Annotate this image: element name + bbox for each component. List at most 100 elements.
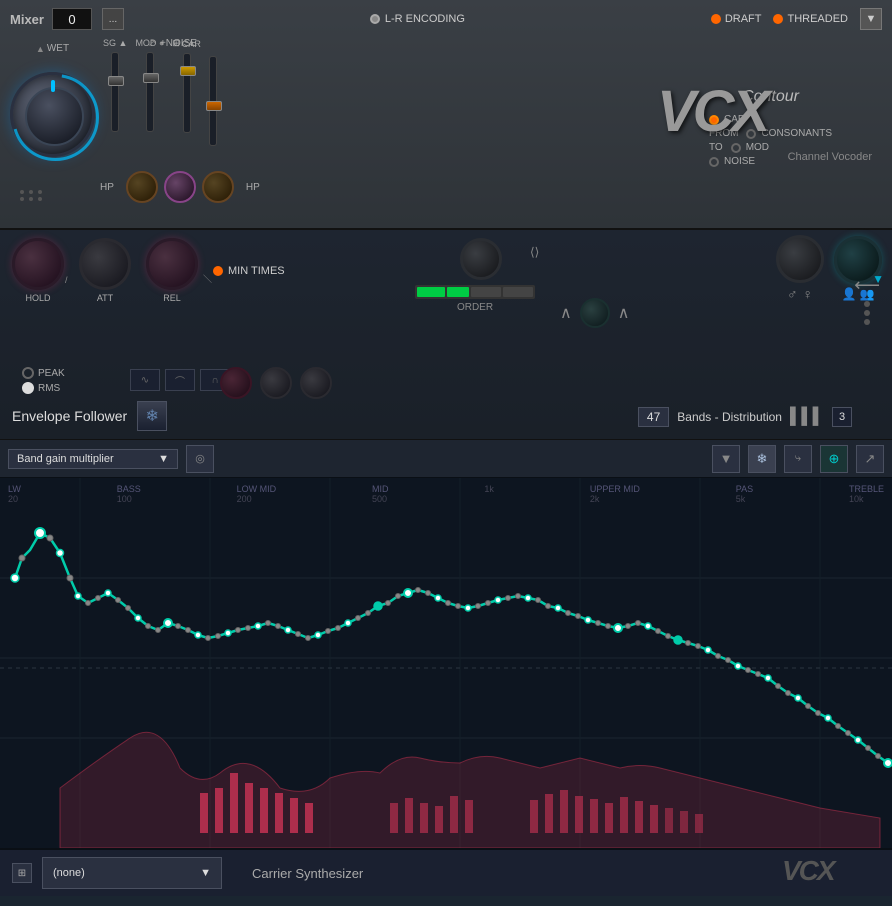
hp-label-left: HP	[100, 182, 114, 193]
lw-hz: 20	[8, 494, 21, 504]
hold-knob-group: HOLD	[12, 238, 64, 303]
lowmid-hz: 200	[237, 494, 277, 504]
env-follower-label: Envelope Follower	[12, 408, 127, 424]
freq-bass: BASS 100	[117, 484, 141, 504]
rel-knob[interactable]	[146, 238, 198, 290]
att-knob[interactable]	[79, 238, 131, 290]
noise-row: ↗ +NOISE	[148, 38, 197, 49]
mixer-controls: ▲ WET SG ▲ MOD ●	[10, 38, 882, 213]
progress-gray	[471, 287, 501, 297]
lw-label: LW	[8, 484, 21, 494]
band-gain-dropdown[interactable]: Band gain multiplier ▼	[8, 449, 178, 469]
carrier-arrow: ▼	[200, 867, 211, 879]
mini-knob1[interactable]	[220, 367, 252, 399]
wave-btn2[interactable]: ⌒	[165, 369, 195, 391]
scroll-down-arrow[interactable]: ▼	[872, 272, 884, 286]
mini-knobs-row	[220, 367, 332, 399]
peak-radio[interactable]	[22, 367, 34, 379]
freq-mid: MID 500	[372, 484, 389, 504]
filter-center-knob[interactable]	[580, 298, 610, 328]
link-btn[interactable]: ⤷	[784, 445, 812, 473]
envelope-section: HOLD / ATT ＼ REL MIN TIMES ↔	[0, 230, 892, 440]
bars-icon[interactable]: ▌▌▌	[790, 408, 824, 426]
sg-fader[interactable]: SG ▲	[103, 38, 127, 132]
wet-knob[interactable]	[10, 72, 95, 157]
dots-button[interactable]: ...	[102, 8, 124, 30]
mini-knob2[interactable]	[260, 367, 292, 399]
band-gain-section: Band gain multiplier ▼ ◎ ▼ ❄ ⤷ ⊕ ↗ LW 20…	[0, 440, 892, 848]
settings-dropdown[interactable]: ▼	[860, 8, 882, 30]
rel-knob-group: ＼ REL	[146, 238, 198, 303]
lip-button[interactable]: ◎	[186, 445, 214, 473]
min-times-label: MIN TIMES	[228, 265, 285, 277]
dark-knob1[interactable]	[776, 235, 824, 283]
threaded-dot	[773, 14, 783, 24]
uppermid-label: UPPER MID	[590, 484, 640, 494]
band-dropdown-arrow: ▼	[158, 453, 169, 465]
progress-green2	[447, 287, 469, 297]
car-fader-track[interactable]	[183, 53, 191, 133]
rms-radio[interactable]	[22, 382, 34, 394]
vcx-logo-area: VCX Channel Vocoder	[652, 73, 872, 163]
vert-dots	[854, 301, 880, 325]
value-display[interactable]: 0	[52, 8, 92, 30]
mod-fader-track[interactable]	[146, 52, 154, 132]
mod-fader[interactable]: MOD ●	[135, 38, 164, 132]
wave-buttons: ∿ ⌒ ∩	[130, 369, 230, 391]
peak-label: PEAK	[38, 368, 65, 379]
number-badge[interactable]: 3	[832, 407, 852, 427]
freeze-button[interactable]: ❄	[137, 401, 167, 431]
hp-knob-middle[interactable]	[164, 171, 196, 203]
order-label: ORDER	[415, 302, 535, 313]
mid-hz: 500	[372, 494, 389, 504]
1k-hz: 1k	[484, 484, 494, 494]
freq-labels-row: LW 20 BASS 100 LOW MID 200 MID 500 1k UP…	[0, 484, 892, 504]
female-icon: ♀	[803, 286, 814, 302]
bands-label: Bands - Distribution	[677, 410, 782, 424]
stereo-arrows: ⟨⟩	[530, 245, 539, 259]
vcx-bottom-logo: VCX	[780, 852, 880, 894]
stereo-compress-icon: ⟨⟩	[530, 245, 539, 259]
envelope-row1: HOLD / ATT ＼ REL MIN TIMES ↔	[12, 238, 880, 303]
band-gain-label: Band gain multiplier	[17, 453, 114, 465]
dot2	[864, 310, 870, 316]
draft-dot	[711, 14, 721, 24]
graph-svg[interactable]	[0, 478, 892, 848]
car-fader[interactable]: ⊞ CAR	[172, 38, 201, 133]
threaded-label: THREADED	[787, 13, 848, 25]
band-toolbar: Band gain multiplier ▼ ◎ ▼ ❄ ⤷ ⊕ ↗	[0, 440, 892, 478]
threaded-status: THREADED	[773, 13, 848, 25]
rel-label: REL	[163, 293, 181, 303]
noise-section: ↗ +NOISE	[209, 38, 217, 146]
bands-section: 47 Bands - Distribution ▌▌▌ 3	[638, 407, 852, 427]
carrier-option: (none)	[53, 867, 85, 879]
carrier-label: Carrier Synthesizer	[252, 866, 363, 881]
hold-knob[interactable]	[12, 238, 64, 290]
pas-hz: 5k	[736, 494, 753, 504]
lr-encoding-radio[interactable]	[370, 14, 380, 24]
wave-btn1[interactable]: ∿	[130, 369, 160, 391]
hp-knob-left[interactable]	[126, 171, 158, 203]
bass-label: BASS	[117, 484, 141, 494]
mini-knob3[interactable]	[300, 367, 332, 399]
hp-knob-right[interactable]	[202, 171, 234, 203]
noise-fader-track[interactable]	[209, 56, 217, 146]
pas-label: PAS	[736, 484, 753, 494]
frequency-graph[interactable]: LW 20 BASS 100 LOW MID 200 MID 500 1k UP…	[0, 478, 892, 848]
sg-fader-track[interactable]	[111, 52, 119, 132]
dropdown-btn[interactable]: ▼	[712, 445, 740, 473]
att-knob-group: / ATT	[79, 238, 131, 303]
carrier-dropdown[interactable]: (none) ▼	[42, 857, 222, 889]
order-progress	[415, 285, 535, 299]
stereo-knob[interactable]	[460, 238, 502, 280]
freeze-btn2[interactable]: ❄	[748, 445, 776, 473]
magnet-btn[interactable]: ⊕	[820, 445, 848, 473]
progress-green1	[417, 287, 445, 297]
lr-encoding: L-R ENCODING	[370, 13, 465, 25]
export-btn[interactable]: ↗	[856, 445, 884, 473]
min-times-dot	[213, 266, 223, 276]
filter-shapes: ∧ ∧	[560, 298, 629, 328]
filter-shape1: ∧	[560, 303, 572, 323]
top-bar: Mixer 0 ... L-R ENCODING DRAFT THREADED …	[10, 8, 882, 30]
noise-fader[interactable]	[209, 56, 217, 146]
